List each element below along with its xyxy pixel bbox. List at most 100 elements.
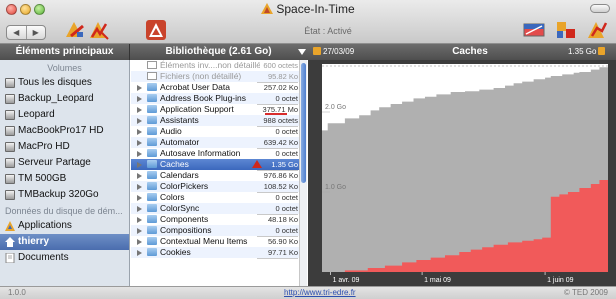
folder-icon <box>147 248 157 256</box>
file-name: Éléments inv....non détaillé) <box>160 60 260 70</box>
disclosure-triangle-icon[interactable] <box>137 228 142 234</box>
history-icon[interactable] <box>555 19 577 41</box>
disclosure-triangle-icon[interactable] <box>137 96 142 102</box>
graph-view-icon[interactable] <box>523 19 545 41</box>
folder-icon <box>147 138 157 146</box>
sidebar-item-macpro[interactable]: MacPro HD <box>0 139 129 155</box>
file-row[interactable]: Audio 0 octet <box>131 126 307 138</box>
disk-icon <box>5 158 15 168</box>
size-label: 1.35 Go <box>568 44 606 60</box>
sidebar-item-tmbackup[interactable]: TMBackup 320Go <box>0 187 129 203</box>
sidebar-item-all-disks[interactable]: Tous les disques <box>0 75 129 91</box>
disk-icon <box>5 142 15 152</box>
disclosure-triangle-icon[interactable] <box>137 217 142 223</box>
folder-icon <box>147 193 157 201</box>
zoom-button[interactable] <box>34 4 45 15</box>
sidebar-item-leopard[interactable]: Leopard <box>0 107 129 123</box>
copyright-label: © TED 2009 <box>564 288 608 297</box>
size-history-chart[interactable]: 2.0 Go 1.0 Go 1 avr. 09 1 mai 09 1 juin 09 <box>308 60 616 286</box>
file-row[interactable]: Address Book Plug-ins 0 octet <box>131 93 307 105</box>
folder-icon <box>147 237 157 245</box>
disclosure-triangle-icon[interactable] <box>137 173 142 179</box>
folder-icon <box>147 105 157 113</box>
disclosure-triangle-icon[interactable] <box>137 239 142 245</box>
file-name: Address Book Plug-ins <box>160 93 246 103</box>
vertical-scrollbar[interactable] <box>299 60 307 286</box>
file-row[interactable]: Autosave Information 0 octet <box>131 148 307 160</box>
back-button[interactable]: ◀ <box>7 26 27 39</box>
sidebar-item-tm-500gb[interactable]: TM 500GB <box>0 171 129 187</box>
file-name: Autosave Information <box>160 148 241 158</box>
chart-title: Caches <box>452 46 488 57</box>
document-icon <box>147 61 157 69</box>
file-row[interactable]: Contextual Menu Items 56.90 Ko <box>131 236 307 248</box>
disclosure-triangle-icon[interactable] <box>137 118 142 124</box>
forward-button[interactable]: ▶ <box>27 26 46 39</box>
disclosure-triangle-icon[interactable] <box>137 195 142 201</box>
folder-icon <box>147 160 157 168</box>
column-header-bar: Éléments principaux Bibliothèque (2.61 G… <box>0 44 616 60</box>
file-row[interactable]: Automator 639.42 Ko <box>131 137 307 149</box>
documents-icon <box>5 253 15 263</box>
y-tick-label: 1.0 Go <box>325 184 346 191</box>
file-row[interactable]: Assistants 988 octets <box>131 115 307 127</box>
disclosure-triangle-icon[interactable] <box>137 206 142 212</box>
scan-icon[interactable] <box>63 19 85 41</box>
folder-icon <box>147 94 157 102</box>
file-name: ColorPickers <box>160 181 209 191</box>
file-name: Calendars <box>160 170 199 180</box>
file-row[interactable]: Calendars 976.86 Ko <box>131 170 307 182</box>
x-tick-label: 1 mai 09 <box>424 277 451 284</box>
file-row[interactable]: Colors 0 octet <box>131 192 307 204</box>
y-tick-label: 2.0 Go <box>325 104 346 111</box>
calendar-icon <box>313 47 321 55</box>
applications-icon <box>5 221 15 231</box>
file-name: Automator <box>160 137 200 147</box>
file-name: Fichiers (non détaillé) <box>160 71 242 81</box>
window-title: Space-In-Time <box>230 2 386 16</box>
sidebar-item-macbookpro[interactable]: MacBookPro17 HD <box>0 123 129 139</box>
sidebar-item-serveur-partage[interactable]: Serveur Partage <box>0 155 129 171</box>
disclosure-triangle-icon[interactable] <box>137 107 142 113</box>
file-row[interactable]: ColorSync 0 octet <box>131 203 307 215</box>
disclosure-triangle-icon[interactable] <box>137 129 142 135</box>
library-header[interactable]: Bibliothèque (2.61 Go) <box>131 44 306 60</box>
disclosure-triangle-icon[interactable] <box>137 250 142 256</box>
toolbar-toggle-button[interactable] <box>590 4 610 13</box>
website-link[interactable]: http://www.tri-edre.fr <box>284 288 356 297</box>
dropdown-arrow-icon[interactable] <box>298 49 306 55</box>
close-button[interactable] <box>6 4 17 15</box>
folder-icon <box>147 149 157 157</box>
disk-icon <box>5 110 15 120</box>
disclosure-triangle-icon[interactable] <box>137 151 142 157</box>
sidebar-item-thierry[interactable]: thierry <box>0 234 129 250</box>
analyze-icon[interactable] <box>88 19 110 41</box>
file-row-selected[interactable]: Caches 1.35 Go <box>131 159 307 171</box>
file-row[interactable]: Components 48.18 Ko <box>131 214 307 226</box>
x-tick-label: 1 juin 09 <box>547 277 574 284</box>
file-row[interactable]: Application Support 375.71 Mo <box>131 104 307 116</box>
file-row[interactable]: Compositions 0 octet <box>131 225 307 237</box>
sidebar-item-documents[interactable]: Documents <box>0 250 129 266</box>
toolbar: Space-In-Time État : Activé ◀ ▶ <box>0 0 616 44</box>
disk-icon <box>5 190 15 200</box>
file-name: ColorSync <box>160 203 200 213</box>
sidebar-item-applications[interactable]: Applications <box>0 218 129 234</box>
app-button-icon[interactable] <box>145 19 167 41</box>
disclosure-triangle-icon[interactable] <box>137 140 142 146</box>
file-name: Colors <box>160 192 185 202</box>
disclosure-triangle-icon[interactable] <box>137 162 142 168</box>
disclosure-triangle-icon[interactable] <box>137 85 142 91</box>
sidebar-item-backup-leopard[interactable]: Backup_Leopard <box>0 91 129 107</box>
file-row[interactable]: Cookies 97.71 Ko <box>131 247 307 259</box>
export-icon[interactable] <box>586 19 608 41</box>
file-row[interactable]: ColorPickers 108.52 Ko <box>131 181 307 193</box>
status-text: État : Activé <box>304 26 352 36</box>
file-row[interactable]: Éléments inv....non détaillé) 600 octets <box>131 60 307 72</box>
file-row[interactable]: Acrobat User Data 257.02 Ko <box>131 82 307 94</box>
minimize-button[interactable] <box>20 4 31 15</box>
file-row[interactable]: Fichiers (non détaillé) 95.82 Ko <box>131 71 307 83</box>
disclosure-triangle-icon[interactable] <box>137 184 142 190</box>
scrollbar-thumb[interactable] <box>301 63 306 183</box>
status-bar: 1.0.0 http://www.tri-edre.fr © TED 2009 <box>0 286 616 299</box>
